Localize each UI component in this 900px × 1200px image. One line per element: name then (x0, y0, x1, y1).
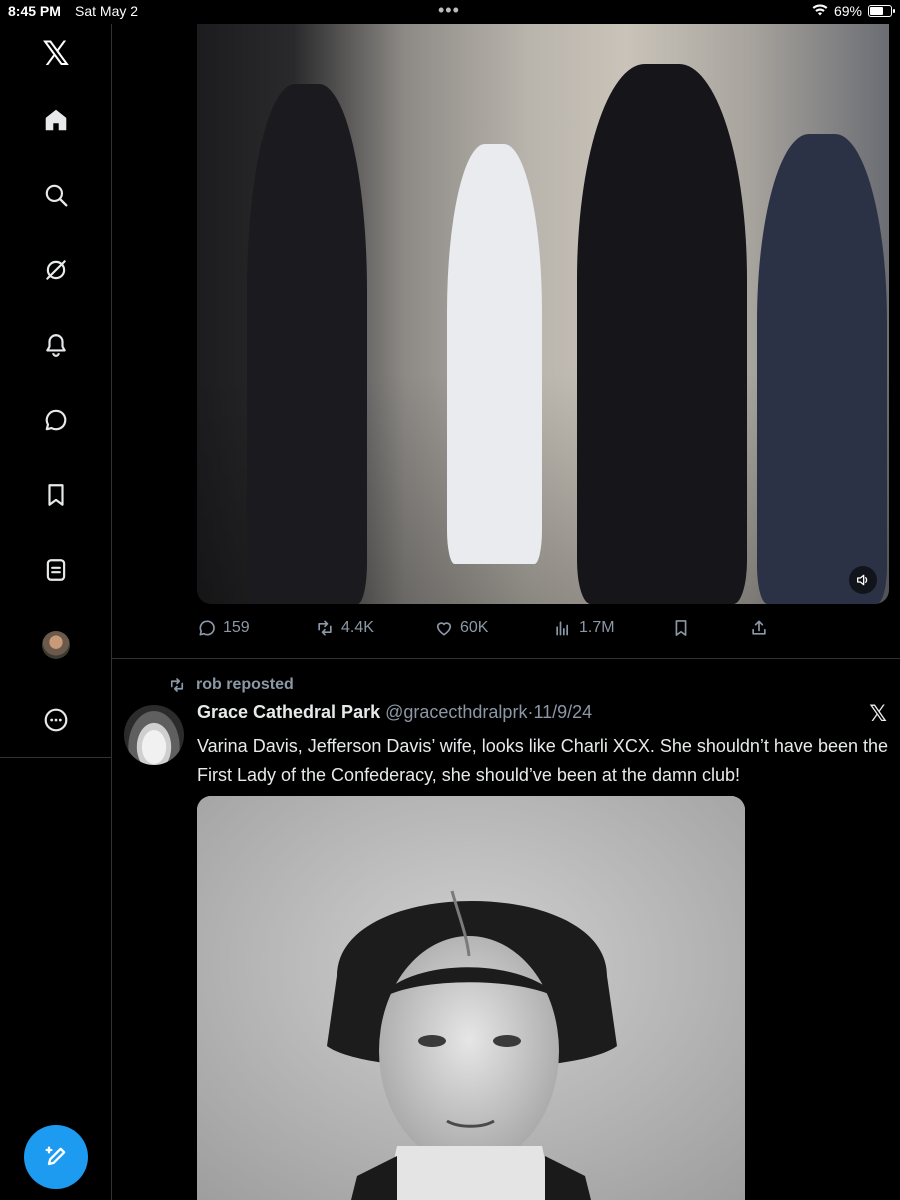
views-button[interactable]: 1.7M (553, 618, 615, 638)
share-button[interactable] (749, 618, 769, 638)
person-figure (247, 84, 367, 604)
search-icon[interactable] (36, 175, 76, 215)
views-count: 1.7M (579, 619, 615, 636)
portrait-image (197, 796, 745, 1200)
post-header: Grace Cathedral Park @gracecthdralprk·11… (197, 702, 887, 728)
like-button[interactable]: 60K (434, 618, 488, 638)
volume-icon[interactable] (849, 566, 877, 594)
person-figure (577, 64, 747, 604)
crowd-figure (757, 134, 887, 604)
repost-button[interactable]: 4.4K (315, 618, 374, 638)
author-name[interactable]: Grace Cathedral Park (197, 702, 380, 722)
home-icon[interactable] (36, 100, 76, 140)
person-figure (447, 144, 542, 564)
status-date: Sat May 2 (75, 3, 139, 19)
post-text: Varina Davis, Jefferson Davis’ wife, loo… (197, 736, 889, 785)
sidebar-nav: 𝕏 (0, 24, 112, 1200)
bookmark-button[interactable] (671, 618, 691, 638)
repost-icon (170, 678, 184, 692)
compose-button[interactable] (24, 1125, 88, 1189)
bell-icon[interactable] (36, 325, 76, 365)
post-actions: 159 4.4K 60K 1.7M (197, 618, 777, 642)
author-handle[interactable]: @gracecthdralprk (385, 702, 527, 722)
post-video[interactable] (197, 24, 889, 604)
avatar-icon[interactable] (36, 625, 76, 665)
post-divider (112, 658, 900, 659)
status-bar: 8:45 PM Sat May 2 ••• 69% (0, 0, 900, 24)
views-icon (556, 621, 568, 636)
bookmark-icon (675, 620, 687, 636)
status-right: 69% (812, 3, 895, 19)
x-source-icon: 𝕏 (869, 702, 887, 727)
post-date[interactable]: 11/9/24 (533, 702, 592, 722)
repost-indicator[interactable]: rob reposted (168, 676, 294, 694)
heart-icon (436, 622, 452, 636)
sidebar-divider (0, 757, 112, 758)
like-count: 60K (460, 619, 489, 636)
battery-percent: 69% (833, 3, 862, 19)
repost-label: rob reposted (196, 676, 294, 693)
post-photo[interactable] (197, 796, 745, 1200)
reply-count: 159 (223, 619, 250, 636)
repost-count: 4.4K (341, 619, 374, 636)
more-circle-icon[interactable] (36, 700, 76, 740)
reply-icon (199, 620, 215, 636)
repost-icon (318, 620, 332, 636)
wifi-icon (812, 3, 828, 19)
author-avatar[interactable] (124, 705, 184, 765)
reply-button[interactable]: 159 (197, 618, 250, 638)
list-icon[interactable] (36, 550, 76, 590)
battery-icon (868, 5, 895, 17)
grok-icon[interactable] (36, 250, 76, 290)
bookmark-icon[interactable] (36, 475, 76, 515)
share-icon (752, 620, 766, 635)
status-time: 8:45 PM (8, 3, 61, 19)
chat-icon[interactable] (36, 400, 76, 440)
compose-icon (45, 1146, 66, 1166)
more-dots-icon[interactable]: ••• (438, 0, 460, 21)
timeline: 159 4.4K 60K 1.7M rob reposted Grace Cat… (112, 24, 900, 1200)
x-logo-icon[interactable]: 𝕏 (36, 34, 76, 74)
